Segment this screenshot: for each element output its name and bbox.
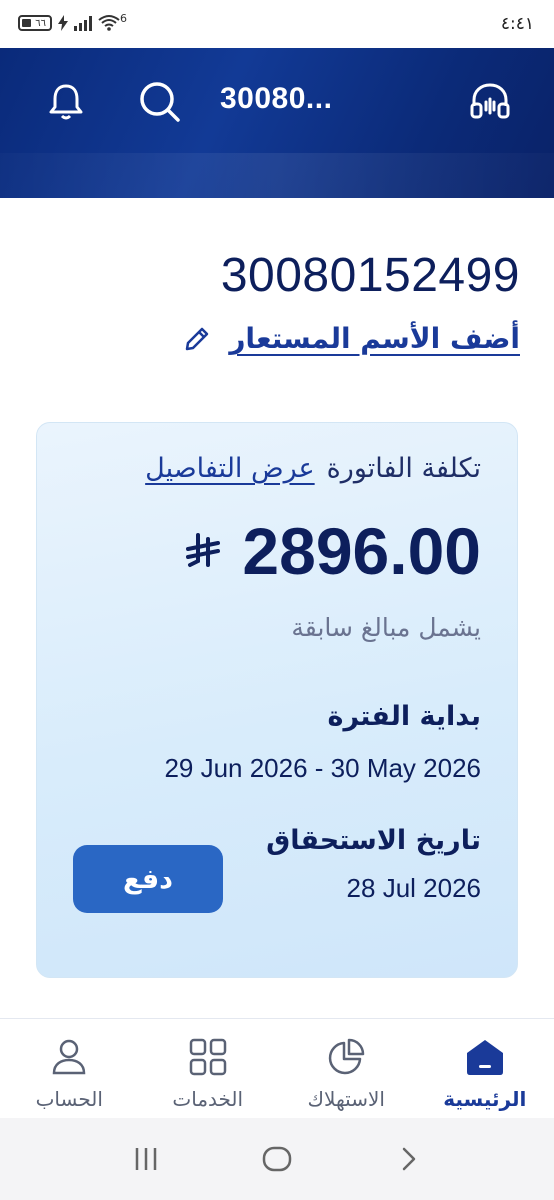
- add-nickname-link[interactable]: أضف الأسم المستعار: [229, 322, 520, 355]
- due-date-label: تاريخ الاستحقاق: [266, 825, 481, 856]
- grid-icon: [186, 1035, 230, 1079]
- app-header: 30080...: [0, 48, 554, 198]
- due-date-value: 28 Jul 2026: [346, 873, 481, 903]
- wifi-icon: [98, 15, 120, 31]
- recent-apps-icon[interactable]: [121, 1134, 171, 1184]
- bell-icon[interactable]: [42, 78, 90, 126]
- battery-icon: ٦٦: [18, 15, 52, 31]
- bill-note: يشمل مبالغ سابقة: [291, 613, 481, 642]
- account-number: 30080152499: [220, 249, 520, 302]
- nav-label-home: الرئيسية: [443, 1087, 527, 1111]
- back-icon[interactable]: [383, 1134, 433, 1184]
- search-icon[interactable]: [136, 78, 184, 126]
- pay-button[interactable]: دفع: [73, 845, 223, 913]
- nav-item-account[interactable]: الحساب: [0, 1019, 139, 1118]
- status-icons: ٦٦ 6: [18, 11, 127, 32]
- home-button-icon[interactable]: [252, 1134, 302, 1184]
- view-details-link[interactable]: عرض التفاصيل: [145, 453, 315, 484]
- battery-level: ٦٦: [35, 17, 46, 29]
- nav-label-consumption: الاستهلاك: [307, 1087, 385, 1111]
- period-value: 29 Jun 2026 - 30 May 2026: [164, 753, 481, 783]
- amount-row: 2896.00: [184, 513, 481, 589]
- status-time: ٤:٤١: [500, 14, 534, 34]
- headset-icon[interactable]: [466, 78, 514, 126]
- nav-item-consumption[interactable]: الاستهلاك: [277, 1019, 416, 1118]
- charging-icon: [58, 15, 68, 31]
- person-icon: [47, 1035, 91, 1079]
- pie-chart-icon: [324, 1035, 368, 1079]
- nav-item-services[interactable]: الخدمات: [139, 1019, 278, 1118]
- period-label: بداية الفترة: [327, 701, 481, 732]
- bottom-nav: الحساب الخدمات الاستهلاك الرئيسية: [0, 1018, 554, 1118]
- status-bar: ٦٦ 6 ٤:٤١: [0, 0, 554, 48]
- home-icon: [463, 1035, 507, 1079]
- bill-label: تكلفة الفاتورة: [326, 453, 481, 484]
- signal-icon: [74, 15, 92, 31]
- system-nav-bar: [0, 1118, 554, 1200]
- pencil-icon[interactable]: [181, 323, 213, 355]
- bill-amount: 2896.00: [242, 514, 481, 588]
- saudi-riyal-icon: [186, 533, 221, 567]
- nav-item-home[interactable]: الرئيسية: [416, 1019, 554, 1118]
- nav-label-services: الخدمات: [172, 1087, 244, 1111]
- network-type: 6: [120, 11, 127, 25]
- bill-label-row: تكلفة الفاتورة عرض التفاصيل: [145, 453, 481, 484]
- bill-card: تكلفة الفاتورة عرض التفاصيل 2896.00 يشمل…: [36, 422, 518, 978]
- nickname-row[interactable]: أضف الأسم المستعار: [181, 322, 520, 355]
- account-title: 30080...: [220, 82, 333, 115]
- nav-label-account: الحساب: [35, 1087, 103, 1111]
